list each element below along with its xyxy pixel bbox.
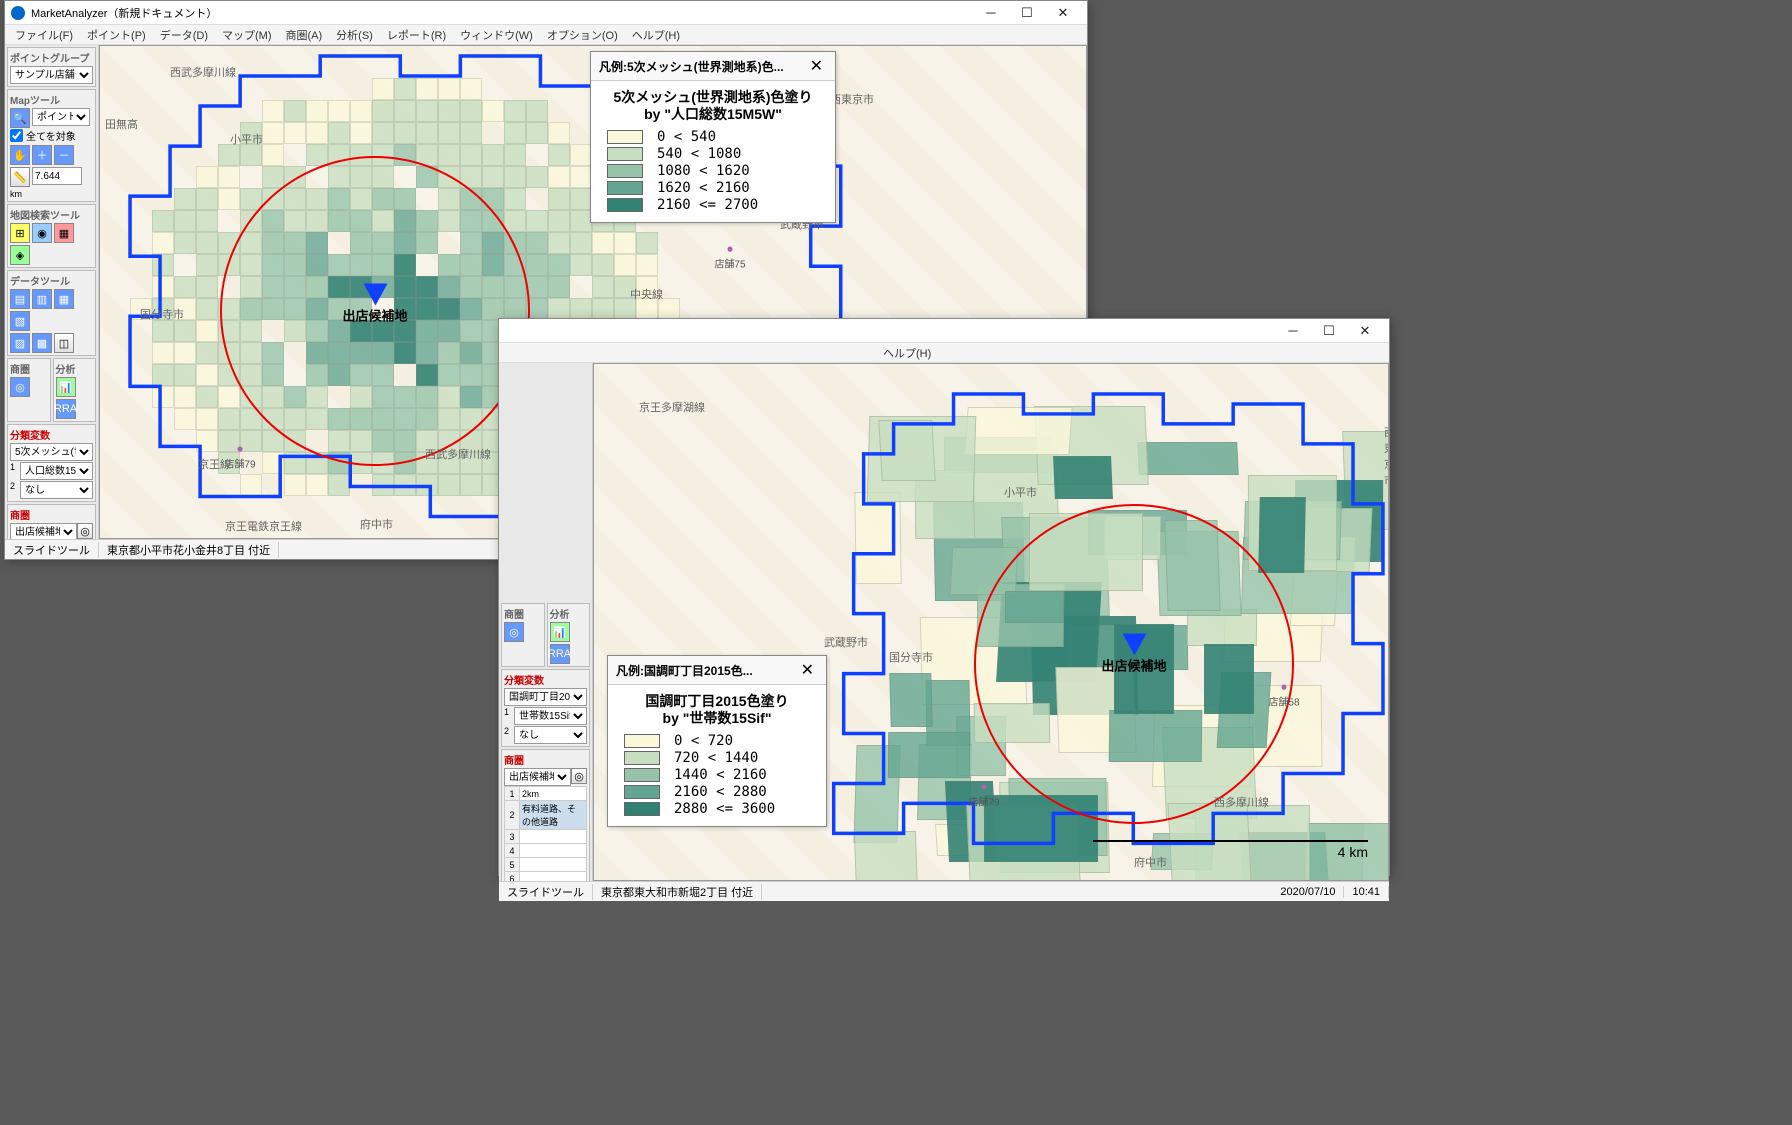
analysis-label-2: 分析 — [550, 606, 588, 621]
menu-report[interactable]: レポート(R) — [381, 25, 452, 45]
close-button[interactable]: ✕ — [1045, 2, 1081, 24]
status-date-2: 2020/07/10 — [1272, 886, 1344, 898]
analysis-btn-1[interactable]: 📊 — [56, 377, 76, 397]
legend-panel-2[interactable]: 凡例:国調町丁目2015色... ✕ 国調町丁目2015色塗り by "世帯数1… — [607, 655, 827, 827]
tradearea-select[interactable]: 出店候補地 — [10, 523, 77, 539]
status-slide-2: スライドツール — [499, 884, 593, 900]
tradearea-btn-2[interactable]: ◎ — [504, 622, 524, 642]
app-icon — [11, 6, 25, 20]
status-slide: スライドツール — [5, 542, 99, 558]
app-title: MarketAnalyzer（新規ドキュメント） — [31, 5, 217, 21]
close-button[interactable]: ✕ — [1347, 320, 1383, 342]
status-bar-2: スライドツール 東京都東大和市新堀2丁目 付近 2020/07/10 10:41 — [499, 881, 1389, 901]
menu-map[interactable]: マップ(M) — [216, 25, 278, 45]
tradearea-label-2: 商圏 — [504, 606, 542, 621]
classvar-label: 分類変数 — [10, 427, 93, 442]
var2-select[interactable]: なし — [20, 481, 93, 499]
titlebar[interactable]: MarketAnalyzer（新規ドキュメント） ─ ☐ ✕ — [5, 1, 1087, 25]
tradearea-rows-table-2[interactable]: 12km 2有料道路、その他道路 3 4 5 6 7 8 9 10 — [504, 786, 587, 881]
search-tools-label: 地図検索ツール — [10, 207, 93, 222]
tradearea-select-label-2: 商圏 — [504, 752, 587, 767]
classvar-select-2[interactable]: 国調町丁目2015 — [504, 688, 587, 706]
menu-window[interactable]: ウィンドウ(W) — [454, 25, 539, 45]
sidebar: ポイントグループ サンプル店舗データ2 Mapツール 🔍 ポイント 全てを対象 … — [5, 45, 99, 539]
tradearea-select-2[interactable]: 出店候補地 — [504, 768, 571, 786]
menu-file[interactable]: ファイル(F) — [9, 25, 79, 45]
data-tool-4[interactable]: ▧ — [10, 311, 30, 331]
data-tool-7[interactable]: ◫ — [54, 333, 74, 353]
menu-point[interactable]: ポイント(P) — [81, 25, 152, 45]
analysis-btn-2[interactable]: RRA — [550, 644, 570, 664]
data-tool-3[interactable]: ▦ — [54, 289, 74, 309]
menu-option[interactable]: オプション(O) — [541, 25, 624, 45]
legend-close-icon-2[interactable]: ✕ — [797, 660, 818, 680]
distance-unit: km — [10, 189, 22, 199]
classvar-label-2: 分類変数 — [504, 672, 587, 687]
maximize-button[interactable]: ☐ — [1009, 2, 1045, 24]
tradearea-label: 商圏 — [10, 361, 48, 376]
var2-select-2[interactable]: なし — [514, 726, 587, 744]
tradearea-btn[interactable]: ◎ — [10, 377, 30, 397]
data-tools-label: データツール — [10, 273, 93, 288]
ruler-icon[interactable]: 📏 — [10, 167, 30, 187]
minimize-button[interactable]: ─ — [1275, 320, 1311, 342]
search-tool-2[interactable]: ◉ — [32, 223, 52, 243]
titlebar-2[interactable]: ─ ☐ ✕ — [499, 319, 1389, 343]
analysis-label: 分析 — [56, 361, 94, 376]
menu-help-2[interactable]: ヘルプ(H) — [503, 343, 937, 363]
analysis-btn-2[interactable]: RRA — [56, 399, 76, 419]
legend-panel-1[interactable]: 凡例:5次メッシュ(世界測地系)色... ✕ 5次メッシュ(世界測地系)色塗り … — [590, 51, 836, 223]
legend-heading-2: 国調町丁目2015色塗り by "世帯数15Sif" — [624, 693, 810, 727]
search-icon[interactable]: 🔍 — [10, 108, 30, 128]
point-mode-select[interactable]: ポイント — [32, 108, 90, 126]
data-tool-6[interactable]: ▩ — [32, 333, 52, 353]
analysis-btn-1[interactable]: 📊 — [550, 622, 570, 642]
menu-tradearea[interactable]: 商圏(A) — [280, 25, 329, 45]
menu-analysis[interactable]: 分析(S) — [330, 25, 379, 45]
zoom-in-icon[interactable]: ＋ — [32, 145, 52, 165]
map-tools-label: Mapツール — [10, 92, 93, 107]
point-group-label: ポイントグループ — [10, 50, 93, 65]
classvar-select[interactable]: 5次メッシュ(世界測地系) — [10, 443, 93, 461]
distance-input[interactable] — [32, 167, 82, 185]
tradearea-target-icon[interactable]: ◎ — [571, 768, 587, 784]
tradearea-select-label: 商圏 — [10, 507, 93, 522]
search-tool-1[interactable]: ⊞ — [10, 223, 30, 243]
data-tool-1[interactable]: ▤ — [10, 289, 30, 309]
sidebar-2: 商圏 ◎ 分析 📊 RRA 分類変数 国調町丁目2015 1世帯数15Sif 2… — [499, 363, 593, 881]
minimize-button[interactable]: ─ — [973, 2, 1009, 24]
data-tool-5[interactable]: ▨ — [10, 333, 30, 353]
status-location-2: 東京都東大和市新堀2丁目 付近 — [593, 884, 762, 900]
legend-close-icon[interactable]: ✕ — [806, 56, 827, 76]
legend-bar-title-2: 凡例:国調町丁目2015色... — [616, 662, 797, 679]
legend-bar-title: 凡例:5次メッシュ(世界測地系)色... — [599, 58, 806, 75]
menu-data[interactable]: データ(D) — [154, 25, 214, 45]
menubar: ファイル(F) ポイント(P) データ(D) マップ(M) 商圏(A) 分析(S… — [5, 25, 1087, 45]
tradearea-target-icon[interactable]: ◎ — [77, 523, 93, 539]
app-window-2: ─ ☐ ✕ ヘルプ(H) 商圏 ◎ 分析 📊 RRA 分類 — [498, 318, 1390, 876]
status-time-2: 10:41 — [1344, 886, 1389, 898]
zoom-out-icon[interactable]: － — [54, 145, 74, 165]
legend-heading: 5次メッシュ(世界測地系)色塗り by "人口総数15M5W" — [607, 89, 819, 123]
pan-icon[interactable]: ✋ — [10, 145, 30, 165]
search-tool-3[interactable]: ▦ — [54, 223, 74, 243]
search-tool-4[interactable]: ◈ — [10, 245, 30, 265]
menubar-2: ヘルプ(H) — [499, 343, 1389, 363]
maximize-button[interactable]: ☐ — [1311, 320, 1347, 342]
scale-bar-2: 4 km — [1093, 840, 1368, 860]
data-tool-2[interactable]: ▥ — [32, 289, 52, 309]
menu-help[interactable]: ヘルプ(H) — [626, 25, 686, 45]
var1-select-2[interactable]: 世帯数15Sif — [514, 707, 587, 725]
all-target-check[interactable]: 全てを対象 — [10, 128, 93, 143]
point-group-select[interactable]: サンプル店舗データ2 — [10, 66, 93, 84]
var1-select[interactable]: 人口総数15M5V — [20, 462, 93, 480]
status-location: 東京都小平市花小金井8丁目 付近 — [99, 542, 279, 558]
